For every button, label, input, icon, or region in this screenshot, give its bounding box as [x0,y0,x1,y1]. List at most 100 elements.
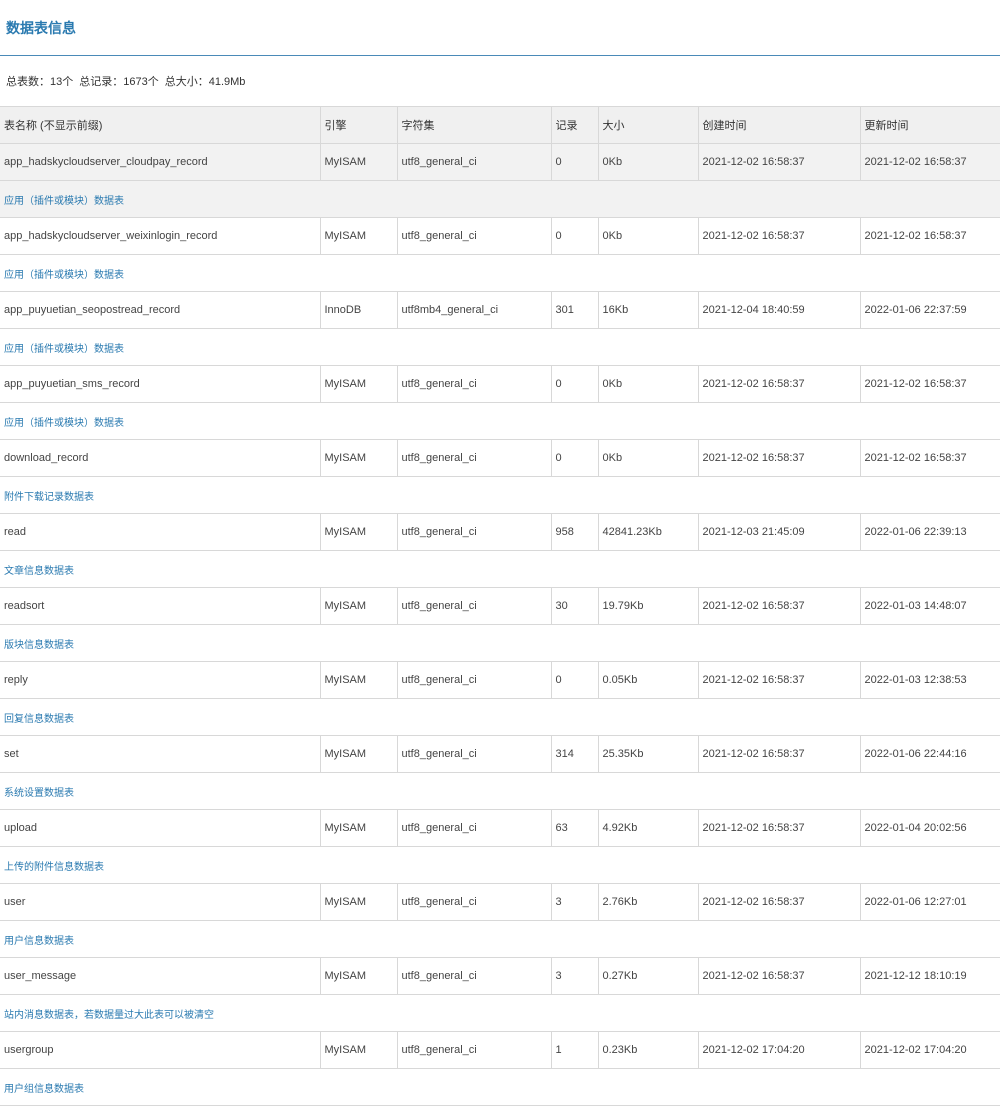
table-description: 系统设置数据表 [0,772,1000,810]
column-header-created: 创建时间 [697,106,860,144]
cell-engine: MyISAM [319,809,397,847]
page-title: 数据表信息 [6,19,76,36]
cell-charset: utf8_general_ci [396,809,551,847]
cell-created: 2021-12-02 16:58:37 [697,587,860,625]
cell-updated: 2022-01-06 22:44:16 [859,735,1000,773]
cell-engine: MyISAM [319,587,397,625]
cell-table-name: app_hadskycloudserver_cloudpay_record [0,143,320,181]
cell-created: 2021-12-04 18:40:59 [697,291,860,329]
summary-record-count: 总记录：1673个 [79,76,159,88]
cell-engine: MyISAM [319,217,397,255]
cell-table-name: user_message [0,957,320,995]
cell-size: 0.27Kb [597,957,698,995]
cell-records: 1 [550,1031,598,1069]
cell-records: 0 [550,661,598,699]
table-row[interactable]: upload MyISAM utf8_general_ci 63 4.92Kb … [0,809,1000,847]
cell-created: 2021-12-02 16:58:37 [697,365,860,403]
column-header-records: 记录 [550,106,598,144]
table-row[interactable]: reply MyISAM utf8_general_ci 0 0.05Kb 20… [0,661,1000,699]
table-row[interactable]: set MyISAM utf8_general_ci 314 25.35Kb 2… [0,735,1000,773]
cell-engine: MyISAM [319,1031,397,1069]
table-description-row: 用户信息数据表 [0,920,1000,958]
cell-table-name: read [0,513,320,551]
cell-size: 0.23Kb [597,1031,698,1069]
cell-created: 2021-12-02 16:58:37 [697,735,860,773]
cell-size: 25.35Kb [597,735,698,773]
column-header-updated: 更新时间 [859,106,1000,144]
cell-size: 2.76Kb [597,883,698,921]
summary-bar: 总表数：13个 总记录：1673个 总大小：41.9Mb [0,56,1000,106]
cell-charset: utf8_general_ci [396,365,551,403]
cell-size: 16Kb [597,291,698,329]
table-row[interactable]: download_record MyISAM utf8_general_ci 0… [0,439,1000,477]
column-header-charset: 字符集 [396,106,551,144]
cell-created: 2021-12-02 16:58:37 [697,957,860,995]
cell-engine: InnoDB [319,291,397,329]
cell-table-name: reply [0,661,320,699]
cell-charset: utf8_general_ci [396,217,551,255]
table-row[interactable]: usergroup MyISAM utf8_general_ci 1 0.23K… [0,1031,1000,1069]
cell-created: 2021-12-02 16:58:37 [697,809,860,847]
cell-updated: 2022-01-06 12:27:01 [859,883,1000,921]
table-description-row: 上传的附件信息数据表 [0,846,1000,884]
cell-table-name: app_puyuetian_seopostread_record [0,291,320,329]
table-description: 上传的附件信息数据表 [0,846,1000,884]
table-description-row: 应用（插件或模块）数据表 [0,254,1000,292]
table-description: 应用（插件或模块）数据表 [0,402,1000,440]
cell-table-name: app_puyuetian_sms_record [0,365,320,403]
cell-engine: MyISAM [319,735,397,773]
cell-size: 0Kb [597,439,698,477]
cell-updated: 2022-01-03 12:38:53 [859,661,1000,699]
table-description: 站内消息数据表，若数据量过大此表可以被清空 [0,994,1000,1032]
cell-size: 4.92Kb [597,809,698,847]
table-header-row: 表名称 (不显示前缀) 引擎 字符集 记录 大小 创建时间 更新时间 [0,106,1000,144]
table-row[interactable]: readsort MyISAM utf8_general_ci 30 19.79… [0,587,1000,625]
cell-updated: 2021-12-02 16:58:37 [859,217,1000,255]
cell-records: 3 [550,883,598,921]
column-header-engine: 引擎 [319,106,397,144]
cell-updated: 2021-12-02 16:58:37 [859,365,1000,403]
cell-charset: utf8mb4_general_ci [396,291,551,329]
table-description: 应用（插件或模块）数据表 [0,254,1000,292]
cell-updated: 2022-01-06 22:39:13 [859,513,1000,551]
summary-table-count: 总表数：13个 [6,76,74,88]
data-table: 表名称 (不显示前缀) 引擎 字符集 记录 大小 创建时间 更新时间 app_h… [0,106,1000,1106]
cell-records: 314 [550,735,598,773]
table-description-row: 用户组信息数据表 [0,1068,1000,1106]
cell-table-name: upload [0,809,320,847]
column-header-size: 大小 [597,106,698,144]
cell-created: 2021-12-02 16:58:37 [697,439,860,477]
cell-records: 301 [550,291,598,329]
table-description-row: 系统设置数据表 [0,772,1000,810]
cell-charset: utf8_general_ci [396,883,551,921]
table-row[interactable]: user MyISAM utf8_general_ci 3 2.76Kb 202… [0,883,1000,921]
cell-records: 0 [550,439,598,477]
table-description-row: 文章信息数据表 [0,550,1000,588]
cell-table-name: usergroup [0,1031,320,1069]
cell-charset: utf8_general_ci [396,513,551,551]
table-row[interactable]: app_hadskycloudserver_weixinlogin_record… [0,217,1000,255]
table-row[interactable]: read MyISAM utf8_general_ci 958 42841.23… [0,513,1000,551]
table-row[interactable]: user_message MyISAM utf8_general_ci 3 0.… [0,957,1000,995]
table-description: 用户组信息数据表 [0,1068,1000,1106]
cell-size: 19.79Kb [597,587,698,625]
table-description: 应用（插件或模块）数据表 [0,328,1000,366]
table-row[interactable]: app_hadskycloudserver_cloudpay_record My… [0,143,1000,181]
cell-table-name: user [0,883,320,921]
cell-size: 0Kb [597,365,698,403]
cell-updated: 2022-01-04 20:02:56 [859,809,1000,847]
cell-created: 2021-12-02 17:04:20 [697,1031,860,1069]
cell-created: 2021-12-02 16:58:37 [697,661,860,699]
cell-updated: 2021-12-02 16:58:37 [859,143,1000,181]
cell-engine: MyISAM [319,883,397,921]
cell-records: 958 [550,513,598,551]
table-row[interactable]: app_puyuetian_seopostread_record InnoDB … [0,291,1000,329]
table-row[interactable]: app_puyuetian_sms_record MyISAM utf8_gen… [0,365,1000,403]
cell-table-name: readsort [0,587,320,625]
cell-table-name: set [0,735,320,773]
cell-charset: utf8_general_ci [396,439,551,477]
cell-created: 2021-12-02 16:58:37 [697,143,860,181]
table-description-row: 附件下载记录数据表 [0,476,1000,514]
cell-records: 0 [550,217,598,255]
cell-charset: utf8_general_ci [396,143,551,181]
